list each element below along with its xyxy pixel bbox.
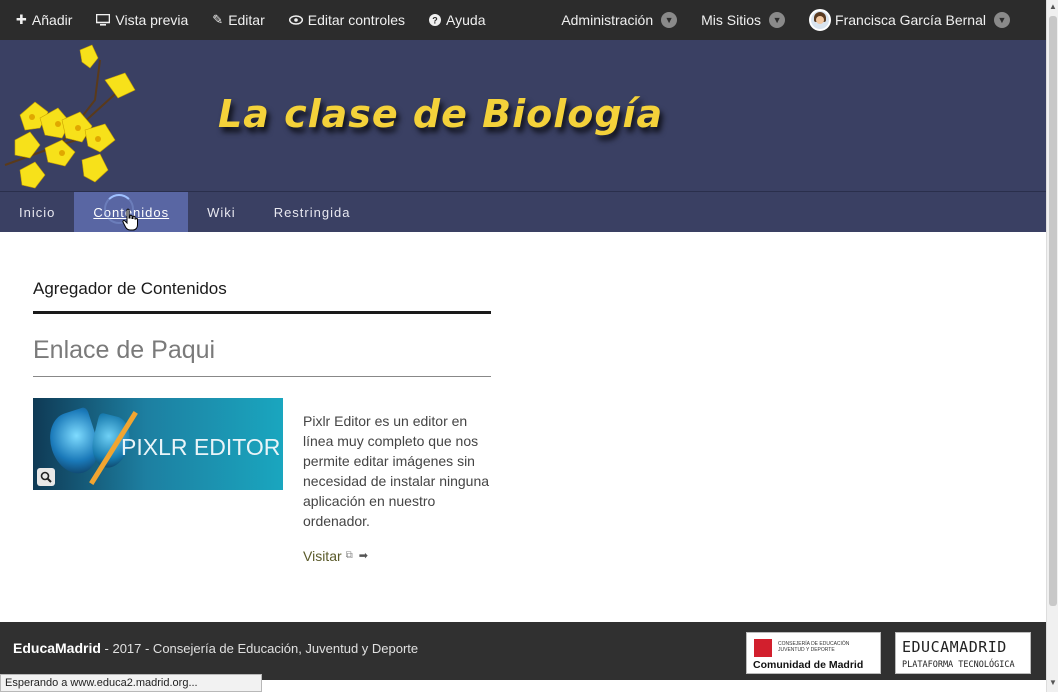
entry-description-block: Pixlr Editor es un editor en línea muy c…: [303, 411, 491, 566]
user-menu[interactable]: Francisca García Bernal ▼: [797, 0, 1046, 40]
question-icon: ?: [429, 14, 442, 26]
edit-label: Editar: [228, 12, 265, 28]
nav-tab-restringida[interactable]: Restringida: [255, 192, 370, 232]
avatar: [809, 9, 832, 31]
add-label: Añadir: [31, 12, 73, 28]
visit-link[interactable]: Visitar ⧉ ➡: [303, 546, 368, 566]
help-button[interactable]: ? Ayuda: [417, 0, 497, 40]
entry-description: Pixlr Editor es un editor en línea muy c…: [303, 413, 490, 529]
scroll-down-icon[interactable]: ▼: [1048, 678, 1058, 690]
nav-tab-inicio[interactable]: Inicio: [0, 192, 74, 232]
entry: PIXLR EDITOR Pixlr Editor es un editor e…: [33, 398, 491, 566]
educamadrid-logo[interactable]: EDUCAMADRID PLATAFORMA TECNOLÓGICA: [895, 632, 1031, 674]
external-link-icon: ⧉: [345, 550, 353, 561]
preview-button[interactable]: Vista previa: [84, 0, 200, 40]
madrid-flag-icon: [754, 639, 772, 657]
entry-thumbnail[interactable]: PIXLR EDITOR: [33, 398, 283, 490]
portlet-title: Agregador de Contenidos: [33, 279, 491, 314]
comunidad-madrid-logo[interactable]: CONSEJERÍA DE EDUCACIÓN JUVENTUD Y DEPOR…: [746, 632, 881, 674]
nav-tab-wiki[interactable]: Wiki: [188, 192, 255, 232]
my-sites-label: Mis Sitios: [701, 12, 762, 28]
edit-controls-label: Editar controles: [307, 12, 406, 28]
admin-toolbar: ✚ Añadir Vista previa ✎ Editar Editar co…: [0, 0, 1046, 40]
user-name: Francisca García Bernal: [835, 12, 986, 28]
scroll-up-icon[interactable]: ▲: [1048, 2, 1058, 14]
site-banner: La clase de Biología: [0, 40, 1046, 191]
site-footer: EducaMadrid - 2017 - Consejería de Educa…: [0, 622, 1046, 680]
logo-em-name: EDUCAMADRID: [902, 638, 1007, 656]
flower-logo[interactable]: [0, 40, 150, 191]
plus-icon: ✚: [16, 12, 27, 27]
thumbnail-brand: PIXLR EDITOR: [121, 434, 281, 460]
logo-cm-name: Comunidad de Madrid: [753, 659, 864, 671]
hand-cursor-icon: [122, 208, 138, 231]
svg-text:?: ?: [432, 16, 438, 26]
vertical-scrollbar[interactable]: ▲ ▼: [1046, 0, 1058, 692]
my-sites-menu[interactable]: Mis Sitios ▼: [689, 0, 797, 40]
chevron-down-icon: ▼: [994, 12, 1010, 28]
edit-controls-button[interactable]: Editar controles: [277, 0, 417, 40]
entry-title[interactable]: Enlace de Paqui: [33, 336, 491, 377]
chevron-down-icon: ▼: [769, 12, 786, 28]
logo-cm-subtitle: CONSEJERÍA DE EDUCACIÓN JUVENTUD Y DEPOR…: [778, 641, 850, 653]
footer-brand: EducaMadrid: [13, 640, 101, 656]
edit-button[interactable]: ✎ Editar: [200, 0, 276, 40]
add-button[interactable]: ✚ Añadir: [0, 0, 84, 40]
monitor-icon: [96, 14, 111, 26]
preview-label: Vista previa: [115, 12, 189, 28]
edit-icon: ✎: [212, 12, 224, 27]
logo-em-subtitle: PLATAFORMA TECNOLÓGICA: [902, 660, 1015, 670]
browser-status-bar: Esperando a www.educa2.madrid.org...: [0, 674, 262, 692]
footer-text: EducaMadrid - 2017 - Consejería de Educa…: [13, 640, 418, 656]
eye-icon: [288, 15, 303, 25]
help-label: Ayuda: [446, 12, 486, 28]
scrollbar-thumb[interactable]: [1049, 16, 1057, 606]
footer-copyright: - 2017 - Consejería de Educación, Juvent…: [100, 641, 419, 656]
main-navigation: Inicio Contenidos Wiki Restringida: [0, 191, 1046, 232]
content-area: Agregador de Contenidos Enlace de Paqui …: [33, 232, 491, 566]
visit-label: Visitar: [303, 548, 342, 564]
chevron-down-icon: ▼: [661, 12, 678, 28]
zoom-icon[interactable]: [37, 468, 55, 486]
admin-menu[interactable]: Administración ▼: [545, 0, 689, 40]
arrow-right-icon: ➡: [358, 550, 369, 562]
site-title[interactable]: La clase de Biología: [218, 92, 663, 136]
admin-label: Administración: [561, 12, 654, 28]
